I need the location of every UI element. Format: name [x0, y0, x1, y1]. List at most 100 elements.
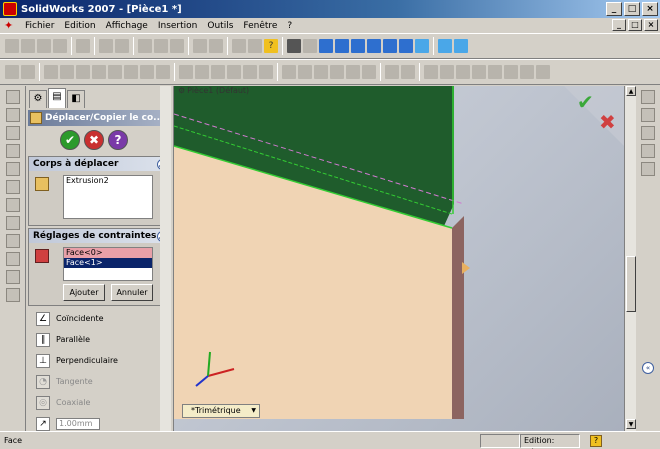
- menu-affichage[interactable]: Affichage: [101, 21, 153, 31]
- feature-manager-tab[interactable]: ⚙: [29, 90, 47, 108]
- panel-scrollbar[interactable]: [160, 86, 171, 431]
- design-library-icon[interactable]: [641, 108, 655, 122]
- wrench-icon[interactable]: [287, 39, 301, 53]
- relations-tool-icon[interactable]: [6, 270, 20, 284]
- new-file-icon[interactable]: [5, 39, 19, 53]
- view-palette-icon[interactable]: [641, 162, 655, 176]
- resources-icon[interactable]: [641, 90, 655, 104]
- mirror-tool-icon[interactable]: [6, 252, 20, 266]
- mirror-icon[interactable]: [314, 65, 328, 79]
- constraint-perpendicular[interactable]: ⊥ Perpendiculaire: [26, 350, 173, 371]
- rectangle-tool-icon[interactable]: [6, 126, 20, 140]
- constraint-coincident[interactable]: ∠ Coïncidente: [26, 308, 173, 329]
- save-icon[interactable]: [37, 39, 51, 53]
- table-pattern-icon[interactable]: [346, 65, 360, 79]
- sketch-tool-icon[interactable]: [6, 90, 20, 104]
- window-icon[interactable]: [232, 39, 246, 53]
- configuration-manager-tab[interactable]: ◧: [67, 90, 85, 108]
- open-file-icon[interactable]: [21, 39, 35, 53]
- cut-icon[interactable]: [76, 39, 90, 53]
- menu-fichier[interactable]: Fichier: [20, 21, 59, 31]
- menu-fenetre[interactable]: Fenêtre: [238, 21, 282, 31]
- scroll-up-icon[interactable]: ▲: [626, 86, 636, 96]
- list-item[interactable]: Face<0>: [64, 248, 152, 258]
- flex-icon[interactable]: [259, 65, 273, 79]
- faces-listbox[interactable]: Face<0> Face<1>: [63, 247, 153, 281]
- shaded-icon[interactable]: [438, 39, 452, 53]
- bodies-listbox[interactable]: Extrusion2: [63, 175, 153, 219]
- help-button[interactable]: ?: [108, 130, 128, 150]
- rebuild-icon[interactable]: [154, 39, 168, 53]
- combine-icon[interactable]: [488, 65, 502, 79]
- point-tool-icon[interactable]: [6, 198, 20, 212]
- shell-icon[interactable]: [179, 65, 193, 79]
- tree-flyout[interactable]: ⚙ Pièce1 (Défaut): [178, 86, 249, 95]
- grid-icon[interactable]: [193, 39, 207, 53]
- constraint-tangent[interactable]: ◔ Tangente: [26, 371, 173, 392]
- scale-icon[interactable]: [472, 65, 486, 79]
- draft-icon[interactable]: [211, 65, 225, 79]
- trim-tool-icon[interactable]: [6, 216, 20, 230]
- loft-icon[interactable]: [92, 65, 106, 79]
- cancel-corner-icon[interactable]: ✖: [599, 110, 616, 134]
- sketch-icon[interactable]: [5, 65, 19, 79]
- rotate-icon[interactable]: [383, 39, 397, 53]
- zoom-selection-icon[interactable]: [367, 39, 381, 53]
- cancel-button[interactable]: Annuler: [111, 284, 153, 301]
- camera-icon[interactable]: [303, 39, 317, 53]
- menu-help[interactable]: ?: [282, 21, 297, 31]
- smart-dimension-icon[interactable]: [21, 65, 35, 79]
- doc-minimize-button[interactable]: _: [612, 19, 626, 31]
- pan-icon[interactable]: [399, 39, 413, 53]
- select-icon[interactable]: [138, 39, 152, 53]
- circle-tool-icon[interactable]: [6, 144, 20, 158]
- cut-revolve-icon[interactable]: [124, 65, 138, 79]
- ok-corner-icon[interactable]: ✔: [577, 90, 594, 114]
- menu-edition[interactable]: Edition: [59, 21, 100, 31]
- zoom-in-out-icon[interactable]: [351, 39, 365, 53]
- view-orientation-icon[interactable]: [415, 39, 429, 53]
- scroll-down-icon[interactable]: ▼: [626, 419, 636, 429]
- menu-outils[interactable]: Outils: [202, 21, 238, 31]
- graphics-viewport[interactable]: ⚙ Pièce1 (Défaut) ✔ ✖ *Trimétrique ▼: [174, 86, 624, 431]
- zoom-area-icon[interactable]: [335, 39, 349, 53]
- spline-tool-icon[interactable]: [6, 180, 20, 194]
- view-tab[interactable]: *Trimétrique ▼: [182, 404, 260, 418]
- doc-restore-button[interactable]: □: [628, 19, 642, 31]
- curves-icon[interactable]: [401, 65, 415, 79]
- expand-icon[interactable]: «: [642, 362, 654, 374]
- constraints-section-header[interactable]: Réglages de contraintes ︽: [29, 229, 170, 243]
- layout-icon[interactable]: [209, 39, 223, 53]
- revolve-icon[interactable]: [60, 65, 74, 79]
- circular-pattern-icon[interactable]: [298, 65, 312, 79]
- offset-tool-icon[interactable]: [6, 234, 20, 248]
- split-line-icon[interactable]: [456, 65, 470, 79]
- repair-tool-icon[interactable]: [6, 288, 20, 302]
- shaded-edges-icon[interactable]: [454, 39, 468, 53]
- cancel-icon-button[interactable]: ✖: [84, 130, 104, 150]
- reference-geometry-icon[interactable]: [385, 65, 399, 79]
- redo-icon[interactable]: [115, 39, 129, 53]
- instant3d-icon[interactable]: [424, 65, 438, 79]
- scroll-thumb[interactable]: [626, 256, 636, 312]
- intersect-icon[interactable]: [504, 65, 518, 79]
- window-tile-icon[interactable]: [248, 39, 262, 53]
- chamfer-icon[interactable]: [156, 65, 170, 79]
- dome-icon[interactable]: [243, 65, 257, 79]
- maximize-button[interactable]: □: [624, 2, 640, 16]
- menu-insertion[interactable]: Insertion: [153, 21, 203, 31]
- cut-extrude-icon[interactable]: [108, 65, 122, 79]
- linear-pattern-icon[interactable]: [282, 65, 296, 79]
- zoom-fit-icon[interactable]: [319, 39, 333, 53]
- bodies-section-header[interactable]: Corps à déplacer ︽: [29, 157, 170, 171]
- line-tool-icon[interactable]: [6, 108, 20, 122]
- undo-icon[interactable]: [99, 39, 113, 53]
- sw-menu-icon[interactable]: ✦: [4, 19, 16, 32]
- indent-icon[interactable]: [536, 65, 550, 79]
- list-item[interactable]: Extrusion2: [64, 176, 152, 186]
- ok-button[interactable]: ✔: [60, 130, 80, 150]
- list-item[interactable]: Face<1>: [64, 258, 152, 268]
- options-icon[interactable]: [170, 39, 184, 53]
- print-icon[interactable]: [53, 39, 67, 53]
- search-icon[interactable]: [641, 144, 655, 158]
